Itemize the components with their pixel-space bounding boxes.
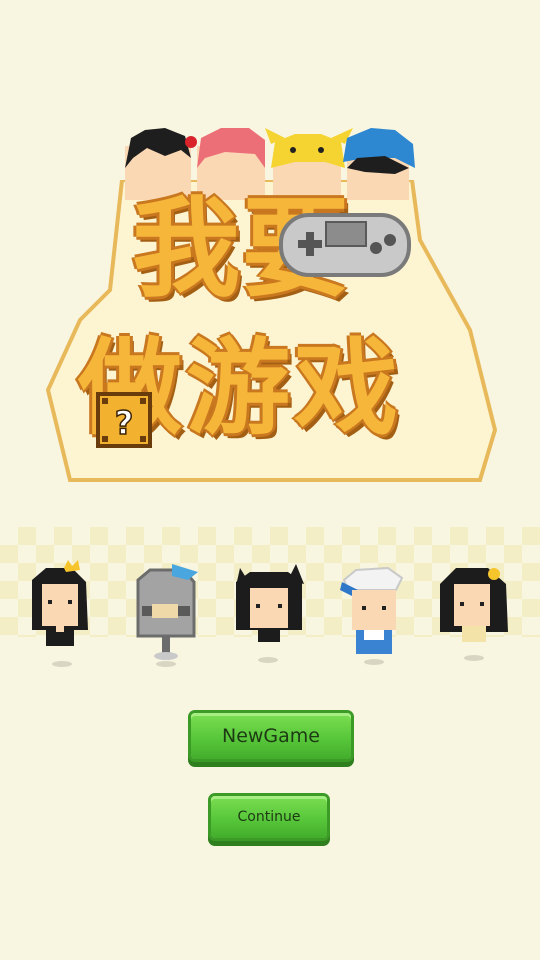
new-game-button[interactable]: NewGame (191, 713, 351, 759)
title-char-wo: 我 (132, 187, 243, 312)
flower-girl-icon (436, 560, 516, 670)
cat-ear-girl-icon (232, 560, 312, 670)
cap-boy-icon (338, 560, 418, 670)
new-game-label: NewGame (221, 725, 320, 747)
character-row (0, 560, 540, 670)
question-block-icon: ? (96, 392, 152, 448)
continue-button[interactable]: Continue (211, 796, 327, 838)
knight-helmet-icon (128, 560, 208, 670)
princess-girl-icon (22, 560, 102, 670)
gamepad-icon (279, 213, 411, 277)
svg-text:?: ? (115, 404, 134, 442)
continue-label: Continue (237, 809, 301, 825)
game-logo: 我要 做游戏 ? (40, 120, 500, 492)
